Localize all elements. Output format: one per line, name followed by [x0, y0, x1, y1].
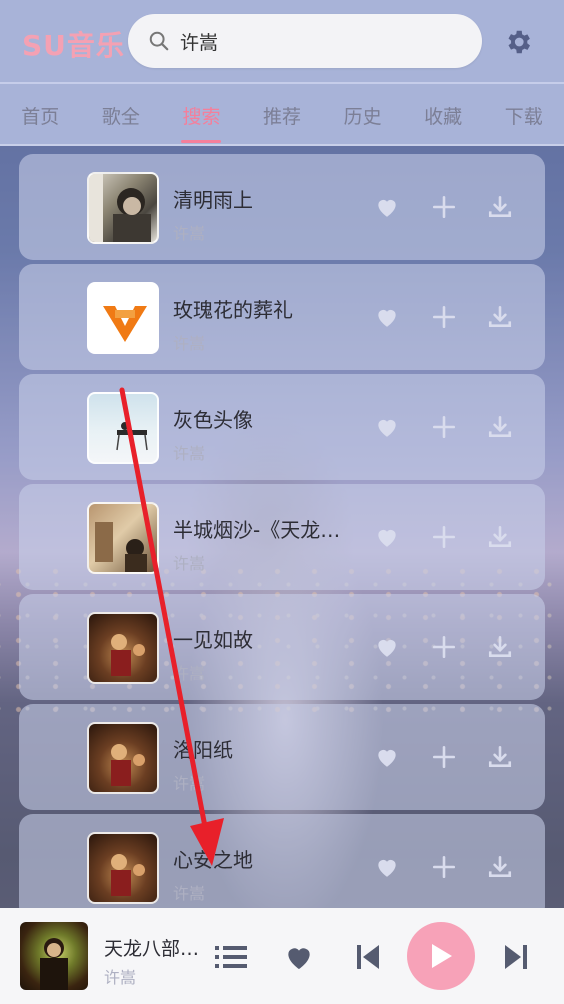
song-artist: 许嵩 [173, 884, 206, 903]
tab-playlist[interactable]: 歌全 [81, 84, 162, 144]
heart-icon[interactable] [374, 304, 400, 330]
tab-history[interactable]: 历史 [322, 84, 403, 144]
song-title: 洛阳纸 [173, 738, 233, 762]
heart-icon[interactable] [374, 414, 400, 440]
plus-icon[interactable] [431, 194, 457, 220]
tab-bar: 首页 歌全 搜索 推荐 历史 收藏 下载 [0, 84, 564, 144]
list-item[interactable]: 心安之地 许嵩 [19, 814, 545, 908]
search-bar[interactable] [128, 14, 482, 68]
tab-favorites[interactable]: 收藏 [403, 84, 484, 144]
list-item[interactable]: 一见如故 许嵩 [19, 594, 545, 700]
song-artist: 许嵩 [173, 334, 206, 353]
album-cover [87, 722, 159, 794]
tab-downloads[interactable]: 下载 [483, 84, 564, 144]
tab-recommend[interactable]: 推荐 [242, 84, 323, 144]
app-header: SU音乐 [0, 0, 564, 82]
song-title: 半城烟沙-《天龙… [173, 518, 341, 542]
download-icon[interactable] [487, 854, 513, 880]
heart-icon[interactable] [374, 524, 400, 550]
download-icon[interactable] [487, 304, 513, 330]
download-icon[interactable] [487, 634, 513, 660]
heart-icon[interactable] [374, 744, 400, 770]
heart-icon[interactable] [374, 194, 400, 220]
album-cover [87, 282, 159, 354]
album-cover [87, 392, 159, 464]
now-playing-artist: 许嵩 [104, 968, 137, 987]
list-item[interactable]: 清明雨上 许嵩 [19, 154, 545, 260]
list-item[interactable]: 灰色头像 许嵩 [19, 374, 545, 480]
plus-icon[interactable] [431, 304, 457, 330]
song-title: 玫瑰花的葬礼 [173, 298, 293, 322]
search-input[interactable] [180, 30, 460, 52]
play-icon [432, 944, 452, 968]
list-icon[interactable] [215, 944, 247, 970]
now-playing-cover[interactable] [20, 922, 88, 990]
plus-icon[interactable] [431, 414, 457, 440]
app-logo: SU音乐 [22, 29, 125, 62]
album-cover [87, 172, 159, 244]
song-title: 心安之地 [173, 848, 253, 872]
skip-next-icon[interactable] [504, 944, 528, 970]
now-playing-title: 天龙八部… [104, 938, 200, 960]
album-cover [87, 832, 159, 904]
tab-home[interactable]: 首页 [0, 84, 81, 144]
heart-icon[interactable] [374, 854, 400, 880]
song-title: 灰色头像 [173, 408, 253, 432]
song-title: 一见如故 [173, 628, 253, 652]
album-cover [87, 502, 159, 574]
song-artist: 许嵩 [173, 444, 206, 463]
heart-icon[interactable] [282, 941, 316, 973]
tab-search[interactable]: 搜索 [161, 84, 242, 144]
download-icon[interactable] [487, 744, 513, 770]
plus-icon[interactable] [431, 524, 457, 550]
list-item[interactable]: 洛阳纸 许嵩 [19, 704, 545, 810]
play-button[interactable] [407, 922, 475, 990]
download-icon[interactable] [487, 414, 513, 440]
plus-icon[interactable] [431, 854, 457, 880]
list-item[interactable]: 半城烟沙-《天龙… 许嵩 [19, 484, 545, 590]
download-icon[interactable] [487, 524, 513, 550]
song-list[interactable]: 清明雨上 许嵩 玫瑰花的葬礼 许嵩 灰色头像 许嵩 半城烟沙-《天龙… 许嵩 一… [0, 146, 564, 908]
song-title: 清明雨上 [173, 188, 253, 212]
heart-icon[interactable] [374, 634, 400, 660]
player-bar: 天龙八部… 许嵩 [0, 908, 564, 1004]
song-artist: 许嵩 [173, 774, 206, 793]
download-icon[interactable] [487, 194, 513, 220]
song-artist: 许嵩 [173, 224, 206, 243]
plus-icon[interactable] [431, 634, 457, 660]
song-artist: 许嵩 [173, 664, 206, 683]
song-artist: 许嵩 [173, 554, 206, 573]
skip-previous-icon[interactable] [356, 944, 380, 970]
search-icon[interactable] [148, 30, 170, 52]
plus-icon[interactable] [431, 744, 457, 770]
list-item[interactable]: 玫瑰花的葬礼 许嵩 [19, 264, 545, 370]
album-cover [87, 612, 159, 684]
gear-icon[interactable] [503, 27, 533, 57]
